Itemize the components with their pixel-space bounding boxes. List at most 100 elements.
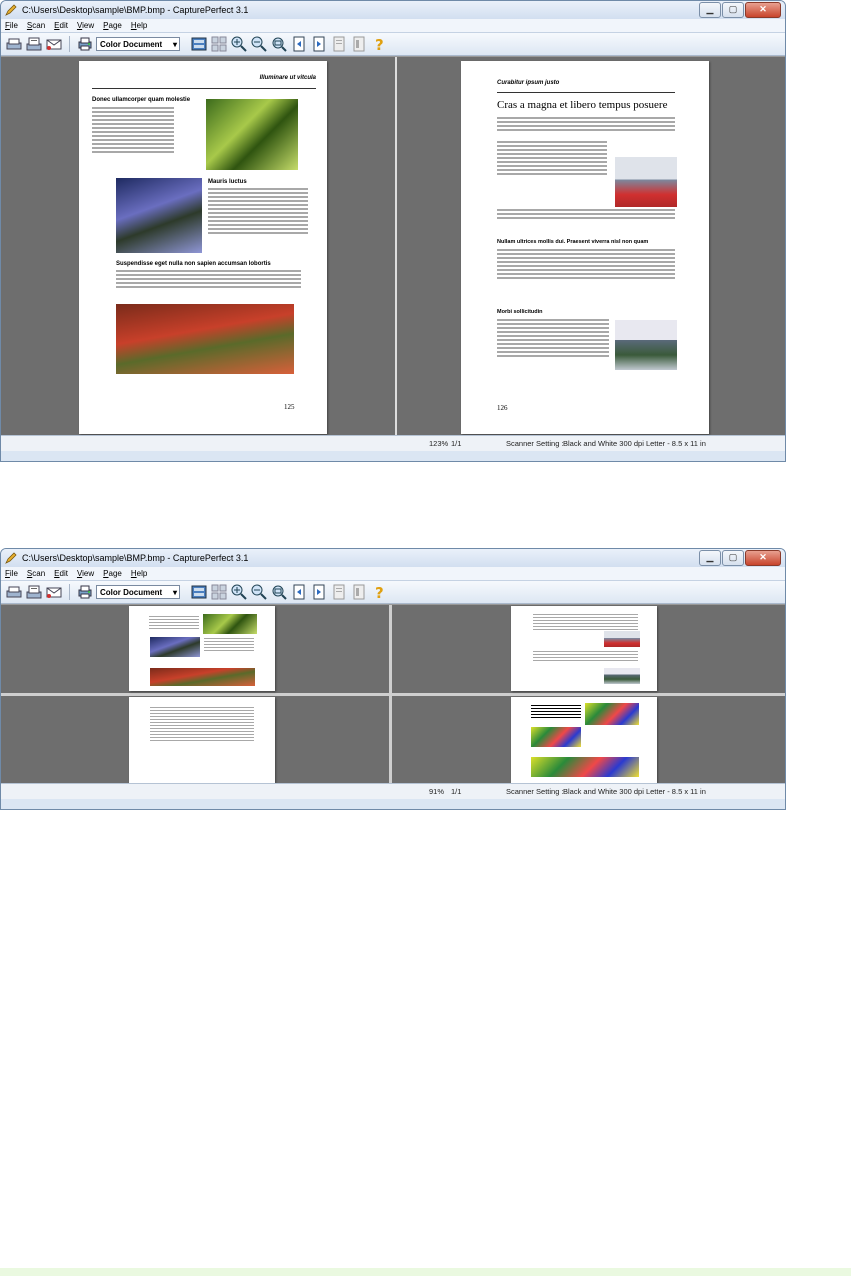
menu-view[interactable]: View bbox=[77, 569, 94, 578]
page-prev-icon[interactable] bbox=[290, 583, 308, 601]
menu-edit[interactable]: Edit bbox=[54, 569, 68, 578]
page-number: 125 bbox=[284, 403, 295, 411]
status-bar: 91% 1/1 Scanner Setting : Black and Whit… bbox=[1, 783, 785, 799]
page-header-text: Illuminare ut vitcula bbox=[259, 75, 316, 81]
scanner-setting-label: Scanner Setting : bbox=[506, 439, 564, 448]
page-number: 126 bbox=[497, 404, 508, 412]
section-heading: Donec ullamcorper quam molestie bbox=[92, 97, 191, 103]
page-next-icon[interactable] bbox=[310, 583, 328, 601]
capture-window-1: C:\Users\Desktop\sample\BMP.bmp - Captur… bbox=[0, 0, 786, 462]
scanner-setting-value: Black and White 300 dpi Letter - 8.5 x 1… bbox=[563, 439, 706, 448]
document-viewer[interactable] bbox=[1, 604, 785, 783]
island-photo bbox=[615, 157, 677, 207]
status-bar: 123% 1/1 Scanner Setting : Black and Whi… bbox=[1, 435, 785, 451]
page-thumbnail-125[interactable]: Illuminare ut vitcula Donec ullamcorper … bbox=[79, 61, 327, 434]
scan-icon[interactable] bbox=[5, 583, 23, 601]
zoom-level: 123% bbox=[429, 439, 449, 448]
menu-scan[interactable]: Scan bbox=[27, 569, 45, 578]
zoom-fit-icon[interactable] bbox=[270, 35, 288, 53]
maple-leaves-photo bbox=[203, 614, 257, 634]
text-block bbox=[116, 270, 301, 290]
maple-leaves-photo bbox=[585, 703, 639, 725]
toolbar-divider bbox=[69, 36, 70, 52]
page-count: 1/1 bbox=[451, 439, 462, 448]
menu-edit[interactable]: Edit bbox=[54, 21, 68, 30]
red-flowers-photo bbox=[531, 757, 639, 777]
window-title: C:\Users\Desktop\sample\BMP.bmp - Captur… bbox=[22, 5, 249, 15]
profile-value: Color Document bbox=[100, 39, 163, 49]
multi-view-icon[interactable] bbox=[210, 583, 228, 601]
profile-select[interactable]: Color Document ▾ bbox=[96, 37, 180, 51]
page-sheet-icon[interactable] bbox=[350, 35, 368, 53]
section-heading: Morbi sollicitudin bbox=[497, 309, 543, 315]
document-viewer[interactable]: Illuminare ut vitcula Donec ullamcorper … bbox=[1, 56, 785, 435]
lupine-flowers-photo bbox=[531, 727, 581, 747]
zoom-out-icon[interactable] bbox=[250, 35, 268, 53]
page-thumbnail-125[interactable] bbox=[129, 606, 275, 691]
svg-text:?: ? bbox=[375, 36, 384, 52]
email-icon[interactable] bbox=[45, 35, 63, 53]
chevron-down-icon: ▾ bbox=[172, 587, 177, 597]
zoom-in-icon[interactable] bbox=[230, 35, 248, 53]
page-header-text: Curabitur ipsum justo bbox=[497, 80, 560, 86]
section-heading: Mauris luctus bbox=[208, 179, 247, 185]
page-thumbnail-126[interactable]: Curabitur ipsum justo Cras a magna et li… bbox=[461, 61, 709, 434]
single-view-icon[interactable] bbox=[190, 35, 208, 53]
zoom-fit-icon[interactable] bbox=[270, 583, 288, 601]
minimize-button[interactable]: ▁ bbox=[699, 2, 721, 18]
email-icon[interactable] bbox=[45, 583, 63, 601]
menu-bar: File Scan Edit View Page Help bbox=[1, 567, 785, 581]
pane-divider[interactable] bbox=[395, 57, 397, 435]
single-view-icon[interactable] bbox=[190, 583, 208, 601]
zoom-out-icon[interactable] bbox=[250, 583, 268, 601]
menu-page[interactable]: Page bbox=[103, 21, 122, 30]
zoom-level: 91% bbox=[429, 787, 445, 796]
multi-view-icon[interactable] bbox=[210, 35, 228, 53]
capture-window-2: C:\Users\Desktop\sample\BMP.bmp - Captur… bbox=[0, 548, 786, 810]
coastline-photo bbox=[604, 668, 640, 684]
title-bar[interactable]: C:\Users\Desktop\sample\BMP.bmp - Captur… bbox=[1, 549, 785, 567]
page-count: 1/1 bbox=[451, 787, 462, 796]
page-sheet-icon[interactable] bbox=[350, 583, 368, 601]
menu-help[interactable]: Help bbox=[131, 569, 147, 578]
menu-scan[interactable]: Scan bbox=[27, 21, 45, 30]
profile-select[interactable]: Color Document ▾ bbox=[96, 585, 180, 599]
help-icon[interactable]: ? bbox=[370, 35, 388, 53]
print-icon[interactable] bbox=[76, 583, 94, 601]
pane-divider-horizontal[interactable] bbox=[1, 693, 785, 696]
minimize-button[interactable]: ▁ bbox=[699, 550, 721, 566]
menu-page[interactable]: Page bbox=[103, 569, 122, 578]
red-flowers-photo bbox=[116, 304, 294, 374]
menu-help[interactable]: Help bbox=[131, 21, 147, 30]
scan-batch-icon[interactable] bbox=[25, 583, 43, 601]
toolbar: Color Document ▾ ? bbox=[1, 33, 785, 56]
title-bar[interactable]: C:\Users\Desktop\sample\BMP.bmp - Captur… bbox=[1, 1, 785, 19]
page-thumbnail-125-enhanced[interactable] bbox=[511, 697, 657, 783]
maximize-button[interactable]: ▢ bbox=[722, 2, 744, 18]
menu-view[interactable]: View bbox=[77, 21, 94, 30]
app-pencil-icon bbox=[5, 552, 17, 564]
text-block bbox=[92, 107, 174, 155]
text-block bbox=[497, 249, 675, 281]
lupine-flowers-photo bbox=[116, 178, 202, 253]
window-title: C:\Users\Desktop\sample\BMP.bmp - Captur… bbox=[22, 553, 249, 563]
page-prev-icon[interactable] bbox=[290, 35, 308, 53]
page-thumbnail-126-bw[interactable] bbox=[129, 697, 275, 783]
page-grid-icon[interactable] bbox=[330, 583, 348, 601]
zoom-in-icon[interactable] bbox=[230, 583, 248, 601]
page-grid-icon[interactable] bbox=[330, 35, 348, 53]
scan-icon[interactable] bbox=[5, 35, 23, 53]
scan-batch-icon[interactable] bbox=[25, 35, 43, 53]
page-next-icon[interactable] bbox=[310, 35, 328, 53]
close-button[interactable]: ✕ bbox=[745, 2, 781, 18]
text-block bbox=[497, 209, 675, 221]
menu-file[interactable]: File bbox=[5, 21, 18, 30]
print-icon[interactable] bbox=[76, 35, 94, 53]
help-icon[interactable]: ? bbox=[370, 583, 388, 601]
page-thumbnail-126[interactable] bbox=[511, 606, 657, 691]
maximize-button[interactable]: ▢ bbox=[722, 550, 744, 566]
menu-file[interactable]: File bbox=[5, 569, 18, 578]
text-block bbox=[208, 188, 308, 236]
close-button[interactable]: ✕ bbox=[745, 550, 781, 566]
section-heading: Nullam ultrices mollis dui. Praesent viv… bbox=[497, 239, 649, 245]
